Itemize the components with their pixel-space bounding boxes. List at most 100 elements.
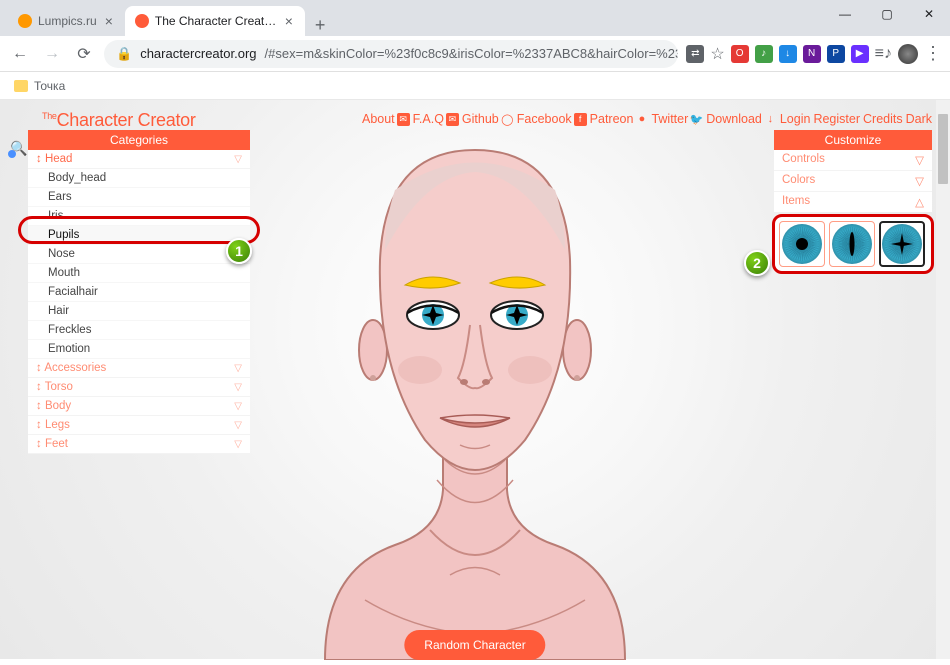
category-body[interactable]: ↕ Body▽ (28, 397, 250, 416)
nav-register[interactable]: Register (813, 112, 860, 126)
facebook-icon: f (574, 113, 587, 126)
chevron-down-icon: ▽ (234, 401, 242, 412)
new-tab-button[interactable]: + (305, 15, 336, 36)
nav-login[interactable]: Login (780, 112, 811, 126)
twitter-icon: 🐦 (690, 113, 703, 126)
browser-tab-strip: Lumpics.ru × The Character Creator - Bui… (0, 0, 950, 36)
tab-lumpics[interactable]: Lumpics.ru × (8, 6, 125, 36)
favicon (18, 14, 32, 28)
browser-toolbar: ← → ⟳ 🔒 charactercreator.org/#sex=m&skin… (0, 36, 950, 72)
ext-icon[interactable]: ▶ (851, 45, 869, 63)
ext-icon[interactable]: P (827, 45, 845, 63)
app-viewport: TheCharacter Creator About✉ F.A.Q✉ Githu… (0, 100, 950, 659)
nav-faq[interactable]: F.A.Q✉ (413, 112, 459, 126)
subcat-pupils[interactable]: Pupils (28, 226, 250, 245)
subcat-hair[interactable]: Hair (28, 302, 250, 321)
ext-icon[interactable]: N (803, 45, 821, 63)
profile-avatar[interactable] (898, 44, 918, 64)
pupil-option-star[interactable] (879, 221, 925, 267)
download-icon: ↓ (764, 113, 777, 126)
github-icon: ◯ (501, 113, 514, 126)
category-head[interactable]: ↕ Head▽ (28, 150, 250, 169)
customize-items[interactable]: Items△ (774, 192, 932, 212)
subcat-nose[interactable]: Nose (28, 245, 250, 264)
subcat-body-head[interactable]: Body_head (28, 169, 250, 188)
close-icon[interactable]: × (103, 13, 115, 29)
subcat-emotion[interactable]: Emotion (28, 340, 250, 359)
callout-2: 2 (744, 250, 770, 276)
nav-credits[interactable]: Credits (863, 112, 903, 126)
ext-icon[interactable]: O (731, 45, 749, 63)
folder-icon (14, 80, 28, 92)
chevron-down-icon: ▽ (234, 382, 242, 393)
subcat-iris[interactable]: Iris (28, 207, 250, 226)
chevron-down-icon: ▽ (234, 154, 242, 165)
chevron-down-icon: ▽ (915, 153, 924, 167)
nav-github[interactable]: Github◯ (462, 112, 514, 126)
playlist-icon[interactable]: ≡♪ (875, 45, 892, 63)
close-button[interactable]: ✕ (908, 0, 950, 28)
search-icon[interactable]: 🔍 (10, 140, 27, 157)
chevron-up-icon: △ (915, 195, 924, 209)
nav-facebook[interactable]: Facebookf (517, 112, 587, 126)
logo-text: Character Creator (57, 110, 196, 130)
bookmark-bar: Точка (0, 72, 950, 100)
ext-icon[interactable]: ♪ (755, 45, 773, 63)
extension-icons: ⇄ ☆ O ♪ ↓ N P ▶ ≡♪ ⋮ (686, 43, 942, 64)
maximize-button[interactable]: ▢ (866, 0, 908, 28)
bookmark-item[interactable]: Точка (34, 79, 65, 93)
ext-icon[interactable]: ↓ (779, 45, 797, 63)
favicon (135, 14, 149, 28)
tab-title: Lumpics.ru (38, 14, 97, 28)
tab-title: The Character Creator - Build vis… (155, 14, 277, 28)
pupil-option-round[interactable] (779, 221, 825, 267)
character-stage: Random Character (265, 130, 685, 660)
categories-header: Categories (28, 130, 250, 150)
chevron-down-icon: ▽ (915, 174, 924, 188)
categories-panel: 🔍 Categories ↕ Head▽ Body_head Ears Iris… (28, 130, 250, 454)
pupil-options (772, 214, 934, 274)
patreon-icon: ● (635, 113, 648, 126)
url-domain: charactercreator.org (140, 46, 256, 61)
category-accessories[interactable]: ↕ Accessories▽ (28, 359, 250, 378)
nav-about[interactable]: About✉ (362, 112, 410, 126)
customize-controls[interactable]: Controls▽ (774, 150, 932, 171)
nav-twitter[interactable]: Twitter🐦 (651, 112, 703, 126)
random-character-button[interactable]: Random Character (404, 630, 545, 660)
menu-icon[interactable]: ⋮ (924, 43, 942, 64)
close-icon[interactable]: × (283, 13, 295, 29)
category-legs[interactable]: ↕ Legs▽ (28, 416, 250, 435)
subcat-mouth[interactable]: Mouth (28, 264, 250, 283)
mail-icon: ✉ (446, 113, 459, 126)
pupil-option-cat[interactable] (829, 221, 875, 267)
tab-character-creator[interactable]: The Character Creator - Build vis… × (125, 6, 305, 36)
chevron-down-icon: ▽ (234, 420, 242, 431)
scrollbar[interactable] (936, 100, 950, 659)
nav-patreon[interactable]: Patreon● (590, 112, 649, 126)
subcat-facialhair[interactable]: Facialhair (28, 283, 250, 302)
customize-colors[interactable]: Colors▽ (774, 171, 932, 192)
reload-button[interactable]: ⟳ (72, 42, 96, 66)
mail-icon: ✉ (397, 113, 410, 126)
chevron-down-icon: ▽ (234, 363, 242, 374)
url-path: /#sex=m&skinColor=%23f0c8c9&irisColor=%2… (265, 46, 679, 61)
callout-1: 1 (226, 238, 252, 264)
nav-download[interactable]: Download↓ (706, 112, 777, 126)
nav-dark[interactable]: Dark (906, 112, 932, 126)
category-torso[interactable]: ↕ Torso▽ (28, 378, 250, 397)
character-svg (265, 130, 685, 660)
logo-prefix: The (42, 111, 57, 121)
subcat-freckles[interactable]: Freckles (28, 321, 250, 340)
star-icon[interactable]: ☆ (710, 44, 724, 64)
minimize-button[interactable]: — (824, 0, 866, 28)
customize-header: Customize (774, 130, 932, 150)
customize-panel: Customize Controls▽ Colors▽ Items△ 2 (774, 130, 932, 276)
subcat-ears[interactable]: Ears (28, 188, 250, 207)
back-button[interactable]: ← (8, 42, 32, 66)
translate-icon[interactable]: ⇄ (686, 45, 704, 63)
app-logo[interactable]: TheCharacter Creator (42, 110, 196, 131)
category-feet[interactable]: ↕ Feet▽ (28, 435, 250, 454)
forward-button[interactable]: → (40, 42, 64, 66)
chevron-down-icon: ▽ (234, 439, 242, 450)
address-bar[interactable]: 🔒 charactercreator.org/#sex=m&skinColor=… (104, 40, 678, 68)
